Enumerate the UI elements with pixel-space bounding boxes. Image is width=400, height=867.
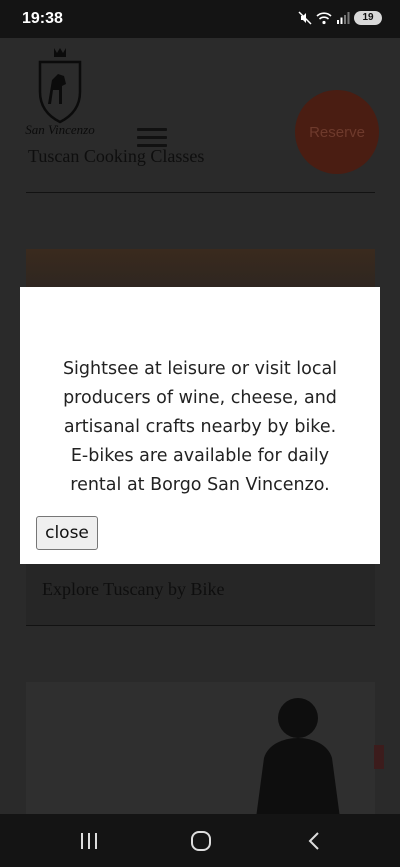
home-icon[interactable] — [181, 826, 221, 856]
status-time: 19:38 — [22, 10, 63, 27]
site-header: San Vincenzo Reserve — [0, 38, 400, 174]
divider — [26, 192, 375, 193]
card-title-bike[interactable]: Explore Tuscany by Bike — [42, 579, 225, 600]
system-nav-bar — [0, 814, 400, 867]
reserve-button[interactable]: Reserve — [295, 90, 379, 174]
modal-text: Sightsee at leisure or visit local produ… — [62, 359, 338, 495]
card-title-cooking[interactable]: Tuscan Cooking Classes — [28, 146, 204, 167]
side-widget[interactable] — [374, 745, 384, 769]
mute-icon — [298, 11, 312, 25]
status-bar: 19:38 19 — [0, 0, 400, 38]
svg-text:San Vincenzo: San Vincenzo — [25, 122, 95, 137]
signal-icon — [336, 11, 350, 25]
close-button[interactable]: close — [36, 516, 98, 550]
back-icon[interactable] — [294, 826, 334, 856]
info-modal: Sightsee at leisure or visit local produ… — [20, 287, 380, 564]
recent-apps-icon[interactable] — [69, 826, 109, 856]
status-icons: 19 — [298, 11, 382, 25]
divider — [26, 625, 375, 626]
battery-icon: 19 — [354, 11, 382, 25]
wifi-icon — [316, 11, 332, 25]
logo[interactable]: San Vincenzo — [14, 44, 106, 148]
card-image-cooking[interactable] — [26, 249, 375, 289]
card-image-person[interactable] — [26, 682, 375, 814]
hamburger-menu-icon[interactable] — [137, 128, 167, 148]
